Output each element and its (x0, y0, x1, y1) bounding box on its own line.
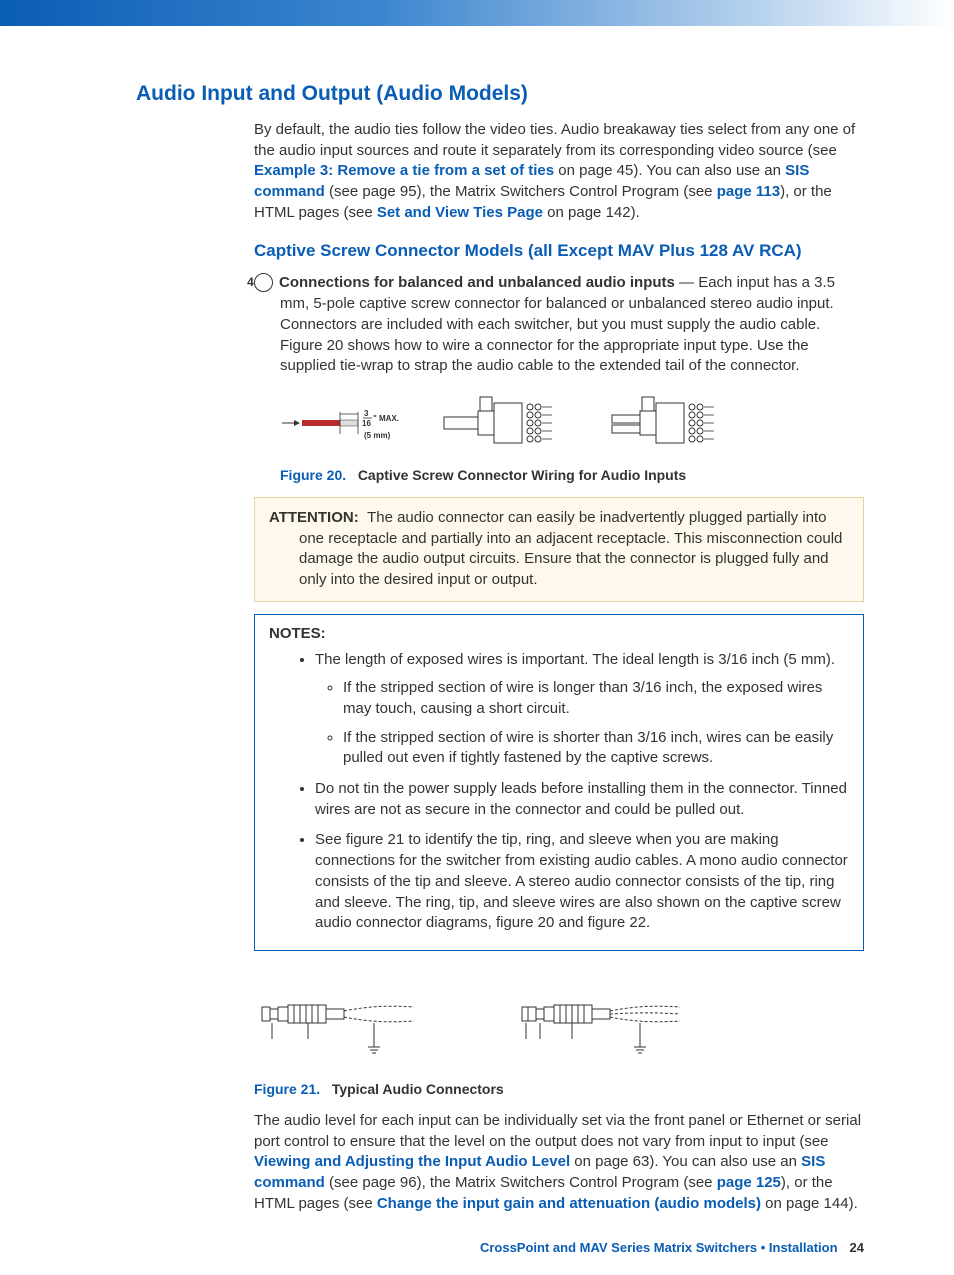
attention-label: ATTENTION: (269, 509, 359, 526)
subsection-heading: Captive Screw Connector Models (all Exce… (254, 241, 864, 261)
section-heading: Audio Input and Output (Audio Models) (136, 82, 864, 106)
note-3: See figure 21 to identify the tip, ring,… (315, 830, 849, 933)
connector-diagram-1 (440, 393, 570, 453)
note-1a: If the stripped section of wire is longe… (343, 678, 849, 719)
page-top-gradient (0, 0, 954, 26)
link-change-input-gain[interactable]: Change the input gain and attenuation (a… (377, 1195, 761, 1212)
circled-4-icon: 4 (254, 273, 273, 292)
item-4-bold: Connections for balanced and unbalanced … (279, 274, 675, 291)
page-content: Audio Input and Output (Audio Models) By… (0, 82, 954, 1275)
link-view-adjust-audio[interactable]: Viewing and Adjusting the Input Audio Le… (254, 1153, 570, 1170)
figure-20-diagrams: 3 16 " MAX. (5 mm) (280, 393, 864, 453)
link-page-113[interactable]: page 113 (717, 183, 780, 200)
notes-label: NOTES: (269, 625, 849, 642)
attention-box: ATTENTION: The audio connector can easil… (254, 497, 864, 602)
closing-paragraph: The audio level for each input can be in… (254, 1111, 864, 1214)
link-set-view-ties[interactable]: Set and View Ties Page (377, 204, 543, 221)
link-example3[interactable]: Example 3: Remove a tie from a set of ti… (254, 162, 554, 179)
footer-title: CrossPoint and MAV Series Matrix Switche… (480, 1240, 838, 1255)
numbered-item-4: 4 Connections for balanced and unbalanced… (254, 273, 864, 376)
page-footer: CrossPoint and MAV Series Matrix Switche… (254, 1240, 864, 1255)
attention-body: one receptacle and partially into an adj… (269, 529, 849, 591)
svg-text:3: 3 (364, 409, 369, 418)
figure-20-caption: Figure 20. Captive Screw Connector Wirin… (280, 467, 864, 483)
note-1b: If the stripped section of wire is short… (343, 728, 849, 769)
wire-strip-diagram: 3 16 " MAX. (5 mm) (280, 398, 400, 448)
notes-1-sub: If the stripped section of wire is longe… (315, 678, 849, 769)
intro-paragraph: By default, the audio ties follow the vi… (254, 120, 864, 223)
note-1: The length of exposed wires is important… (315, 650, 849, 769)
notes-box: NOTES: The length of exposed wires is im… (254, 614, 864, 951)
connector-diagram-2 (610, 393, 740, 453)
footer-page-number: 24 (850, 1240, 864, 1255)
note-2: Do not tin the power supply leads before… (315, 779, 849, 820)
svg-text:" MAX.: " MAX. (373, 414, 399, 423)
svg-text:(5 mm): (5 mm) (364, 431, 391, 440)
figure-21-diagrams (254, 967, 864, 1067)
figure-21-caption: Figure 21. Typical Audio Connectors (254, 1081, 864, 1097)
mono-jack-diagram (254, 967, 454, 1067)
link-page-125[interactable]: page 125 (717, 1174, 781, 1191)
intro-block: By default, the audio ties follow the vi… (254, 120, 864, 1255)
stereo-jack-diagram (514, 967, 714, 1067)
svg-text:16: 16 (362, 419, 371, 428)
notes-list: The length of exposed wires is important… (269, 650, 849, 934)
